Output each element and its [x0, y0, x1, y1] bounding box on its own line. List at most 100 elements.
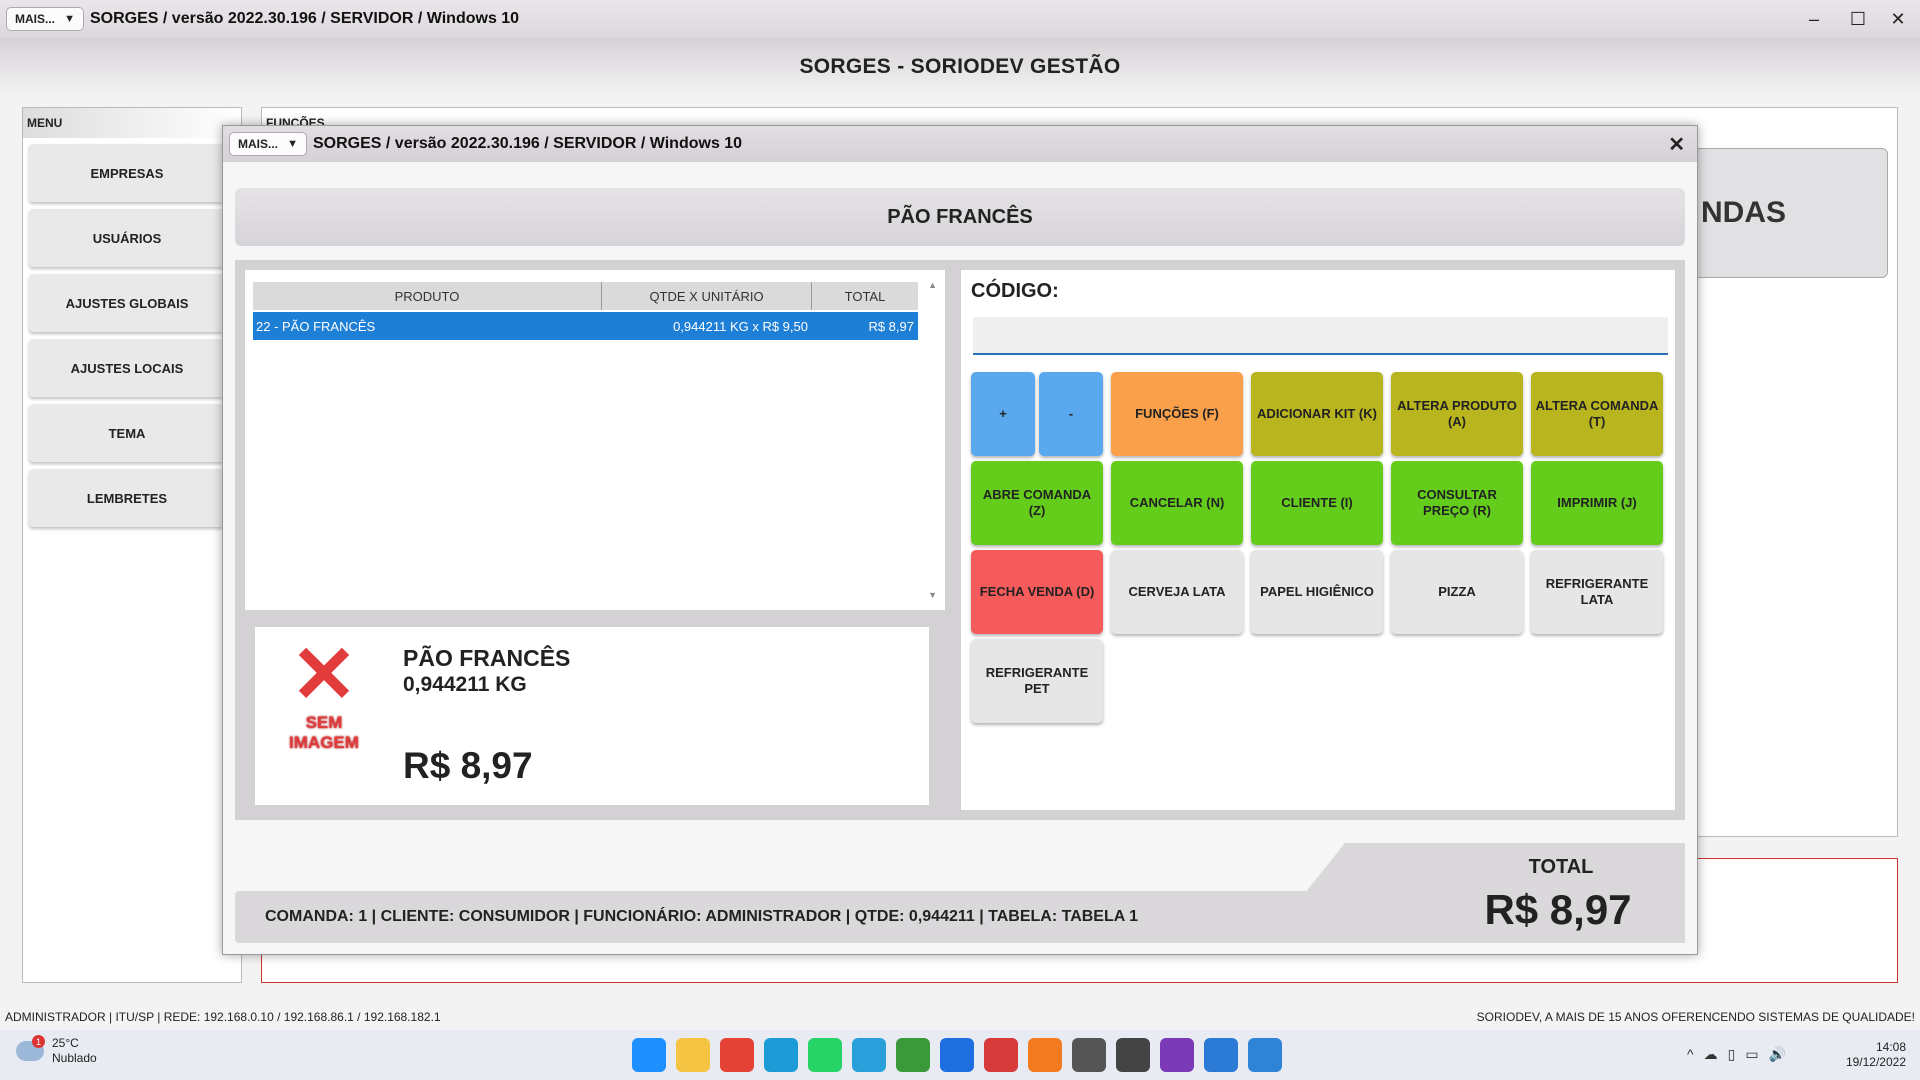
- dialog-title: SORGES / versão 2022.30.196 / SERVIDOR /…: [313, 135, 743, 152]
- clapper-icon[interactable]: [1160, 1038, 1194, 1072]
- table-row[interactable]: 22 - PÃO FRANCÊS 0,944211 KG x R$ 9,50 R…: [253, 312, 918, 340]
- product-header: PÃO FRANCÊS: [235, 188, 1685, 246]
- app-title: SORGES - SORIODEV GESTÃO: [799, 55, 1121, 78]
- plus-button[interactable]: +: [971, 372, 1035, 456]
- items-grid: PRODUTO QTDE X UNITÁRIO TOTAL 22 - PÃO F…: [245, 270, 945, 610]
- menu-item-tema[interactable]: TEMA: [29, 404, 225, 462]
- maximize-button[interactable]: ☐: [1836, 0, 1880, 38]
- product-info-card: ✕ SEM IMAGEM PÃO FRANCÊS 0,944211 KG R$ …: [245, 617, 950, 817]
- scroll-up-icon[interactable]: ▲: [928, 280, 937, 290]
- menu-item-ajustes-locais[interactable]: AJUSTES LOCAIS: [29, 339, 225, 397]
- minimize-icon: –: [1808, 8, 1819, 29]
- firefox-icon[interactable]: [1028, 1038, 1062, 1072]
- onedrive-icon[interactable]: ☁: [1704, 1046, 1718, 1063]
- dialog-close-button[interactable]: ✕: [1668, 132, 1685, 157]
- mail-icon[interactable]: [1204, 1038, 1238, 1072]
- file-explorer-icon[interactable]: [676, 1038, 710, 1072]
- no-image-placeholder: ✕ SEM IMAGEM: [279, 630, 369, 753]
- consultar-preco-button[interactable]: CONSULTAR PREÇO (R): [1391, 461, 1523, 545]
- content-frame: PRODUTO QTDE X UNITÁRIO TOTAL 22 - PÃO F…: [235, 260, 1685, 820]
- notepad-icon[interactable]: [1248, 1038, 1282, 1072]
- code-label: CÓDIGO:: [971, 280, 1059, 302]
- altera-produto-button[interactable]: ALTERA PRODUTO (A): [1391, 372, 1523, 456]
- weather-widget[interactable]: 1 25°C Nublado: [16, 1035, 97, 1066]
- code-input[interactable]: [973, 317, 1668, 355]
- dialog-mais-label: MAIS...: [238, 137, 279, 151]
- imprimir-button[interactable]: IMPRIMIR (J): [1531, 461, 1663, 545]
- abre-comanda-button[interactable]: ABRE COMANDA (Z): [971, 461, 1103, 545]
- messenger-icon[interactable]: [940, 1038, 974, 1072]
- column-header-qtde[interactable]: QTDE X UNITÁRIO: [602, 282, 812, 310]
- battery-icon[interactable]: ▯: [1728, 1046, 1736, 1063]
- funcoes-button[interactable]: FUNÇÕES (F): [1111, 372, 1243, 456]
- total-value: R$ 8,97: [1484, 886, 1632, 933]
- sorges-active-icon[interactable]: [1116, 1038, 1150, 1072]
- mais-dropdown-button[interactable]: MAIS... ▼: [6, 7, 84, 31]
- notification-badge: 1: [32, 1035, 45, 1048]
- no-image-icon: ✕: [290, 630, 358, 719]
- papel-higienico-button[interactable]: PAPEL HIGIÊNICO: [1251, 550, 1383, 634]
- vendas-label: NDAS: [1701, 196, 1787, 229]
- minimize-button[interactable]: –: [1792, 0, 1836, 38]
- taskbar-apps: [632, 1038, 1292, 1072]
- weather-temperature: 25°C: [52, 1036, 79, 1050]
- altera-comanda-button[interactable]: ALTERA COMANDA (T): [1531, 372, 1663, 456]
- menu-item-usuarios[interactable]: USUÁRIOS: [29, 209, 225, 267]
- cell-produto: 22 - PÃO FRANCÊS: [256, 318, 376, 334]
- tray-expand-icon[interactable]: ^: [1687, 1046, 1694, 1063]
- system-tray: ^ ☁ ▯ ▭ 🔊: [1677, 1046, 1786, 1063]
- total-label: TOTAL: [1528, 856, 1594, 878]
- window-title: SORGES / versão 2022.30.196 / SERVIDOR /…: [90, 10, 520, 27]
- menu-header: MENU: [23, 108, 241, 138]
- scroll-down-icon[interactable]: ▼: [928, 590, 937, 600]
- spreadsheet-icon[interactable]: [896, 1038, 930, 1072]
- menu-item-lembretes[interactable]: LEMBRETES: [29, 469, 225, 527]
- cerveja-lata-button[interactable]: CERVEJA LATA: [1111, 550, 1243, 634]
- volume-icon[interactable]: 🔊: [1769, 1046, 1786, 1063]
- menu-item-empresas[interactable]: EMPRESAS: [29, 144, 225, 202]
- info-product-name: PÃO FRANCÊS: [403, 645, 571, 671]
- close-button[interactable]: ✕: [1876, 0, 1920, 38]
- cancelar-button[interactable]: CANCELAR (N): [1111, 461, 1243, 545]
- app-red-icon[interactable]: [984, 1038, 1018, 1072]
- pos-dialog: MAIS... ▼ SORGES / versão 2022.30.196 / …: [222, 125, 1698, 955]
- clock-date: 19/12/2022: [1845, 1055, 1906, 1069]
- menu-item-ajustes-globais[interactable]: AJUSTES GLOBAIS: [29, 274, 225, 332]
- status-left: ADMINISTRADOR | ITU/SP | REDE: 192.168.0…: [5, 1010, 441, 1024]
- button-grid: + - FUNÇÕES (F) ADICIONAR KIT (K) ALTERA…: [971, 372, 1671, 752]
- refrigerante-lata-button[interactable]: REFRIGERANTE LATA: [1531, 550, 1663, 634]
- telegram-icon[interactable]: [852, 1038, 886, 1072]
- chrome-icon[interactable]: [720, 1038, 754, 1072]
- dialog-title-bar: MAIS... ▼ SORGES / versão 2022.30.196 / …: [223, 126, 1697, 162]
- menu-panel: MENU EMPRESAS USUÁRIOS AJUSTES GLOBAIS A…: [22, 107, 242, 983]
- no-image-label: SEM IMAGEM: [289, 713, 359, 752]
- sorges-icon[interactable]: [1072, 1038, 1106, 1072]
- app-header: SORGES - SORIODEV GESTÃO: [0, 38, 1920, 96]
- edge-icon[interactable]: [764, 1038, 798, 1072]
- whatsapp-icon[interactable]: [808, 1038, 842, 1072]
- mais-label: MAIS...: [15, 12, 56, 26]
- chevron-down-icon: ▼: [287, 138, 298, 150]
- action-pane: CÓDIGO: + - FUNÇÕES (F) ADICIONAR KIT (K…: [961, 270, 1675, 810]
- refrigerante-pet-button[interactable]: REFRIGERANTE PET: [971, 639, 1103, 723]
- column-header-produto[interactable]: PRODUTO: [253, 282, 602, 310]
- windows-start-icon[interactable]: [632, 1038, 666, 1072]
- taskbar: 1 25°C Nublado ^ ☁ ▯ ▭ 🔊 14:08 19/12/202…: [0, 1030, 1920, 1080]
- adicionar-kit-button[interactable]: ADICIONAR KIT (K): [1251, 372, 1383, 456]
- clock[interactable]: 14:08 19/12/2022: [1846, 1040, 1906, 1070]
- network-icon[interactable]: ▭: [1745, 1046, 1758, 1063]
- product-info-inner: ✕ SEM IMAGEM PÃO FRANCÊS 0,944211 KG R$ …: [255, 627, 929, 805]
- info-price: R$ 8,97: [403, 745, 533, 786]
- minus-button[interactable]: -: [1039, 372, 1103, 456]
- close-icon: ✕: [1890, 8, 1906, 29]
- pizza-button[interactable]: PIZZA: [1391, 550, 1523, 634]
- cell-qtde: 0,944211 KG x R$ 9,50: [673, 318, 808, 334]
- cell-total: R$ 8,97: [868, 318, 914, 334]
- cloud-icon: 1: [16, 1035, 45, 1061]
- weather-description: Nublado: [52, 1051, 97, 1065]
- fecha-venda-button[interactable]: FECHA VENDA (D): [971, 550, 1103, 634]
- dialog-mais-dropdown-button[interactable]: MAIS... ▼: [229, 132, 307, 156]
- status-right: SORIODEV, A MAIS DE 15 ANOS OFERENCENDO …: [1476, 1010, 1915, 1024]
- column-header-total[interactable]: TOTAL: [812, 282, 918, 310]
- cliente-button[interactable]: CLIENTE (I): [1251, 461, 1383, 545]
